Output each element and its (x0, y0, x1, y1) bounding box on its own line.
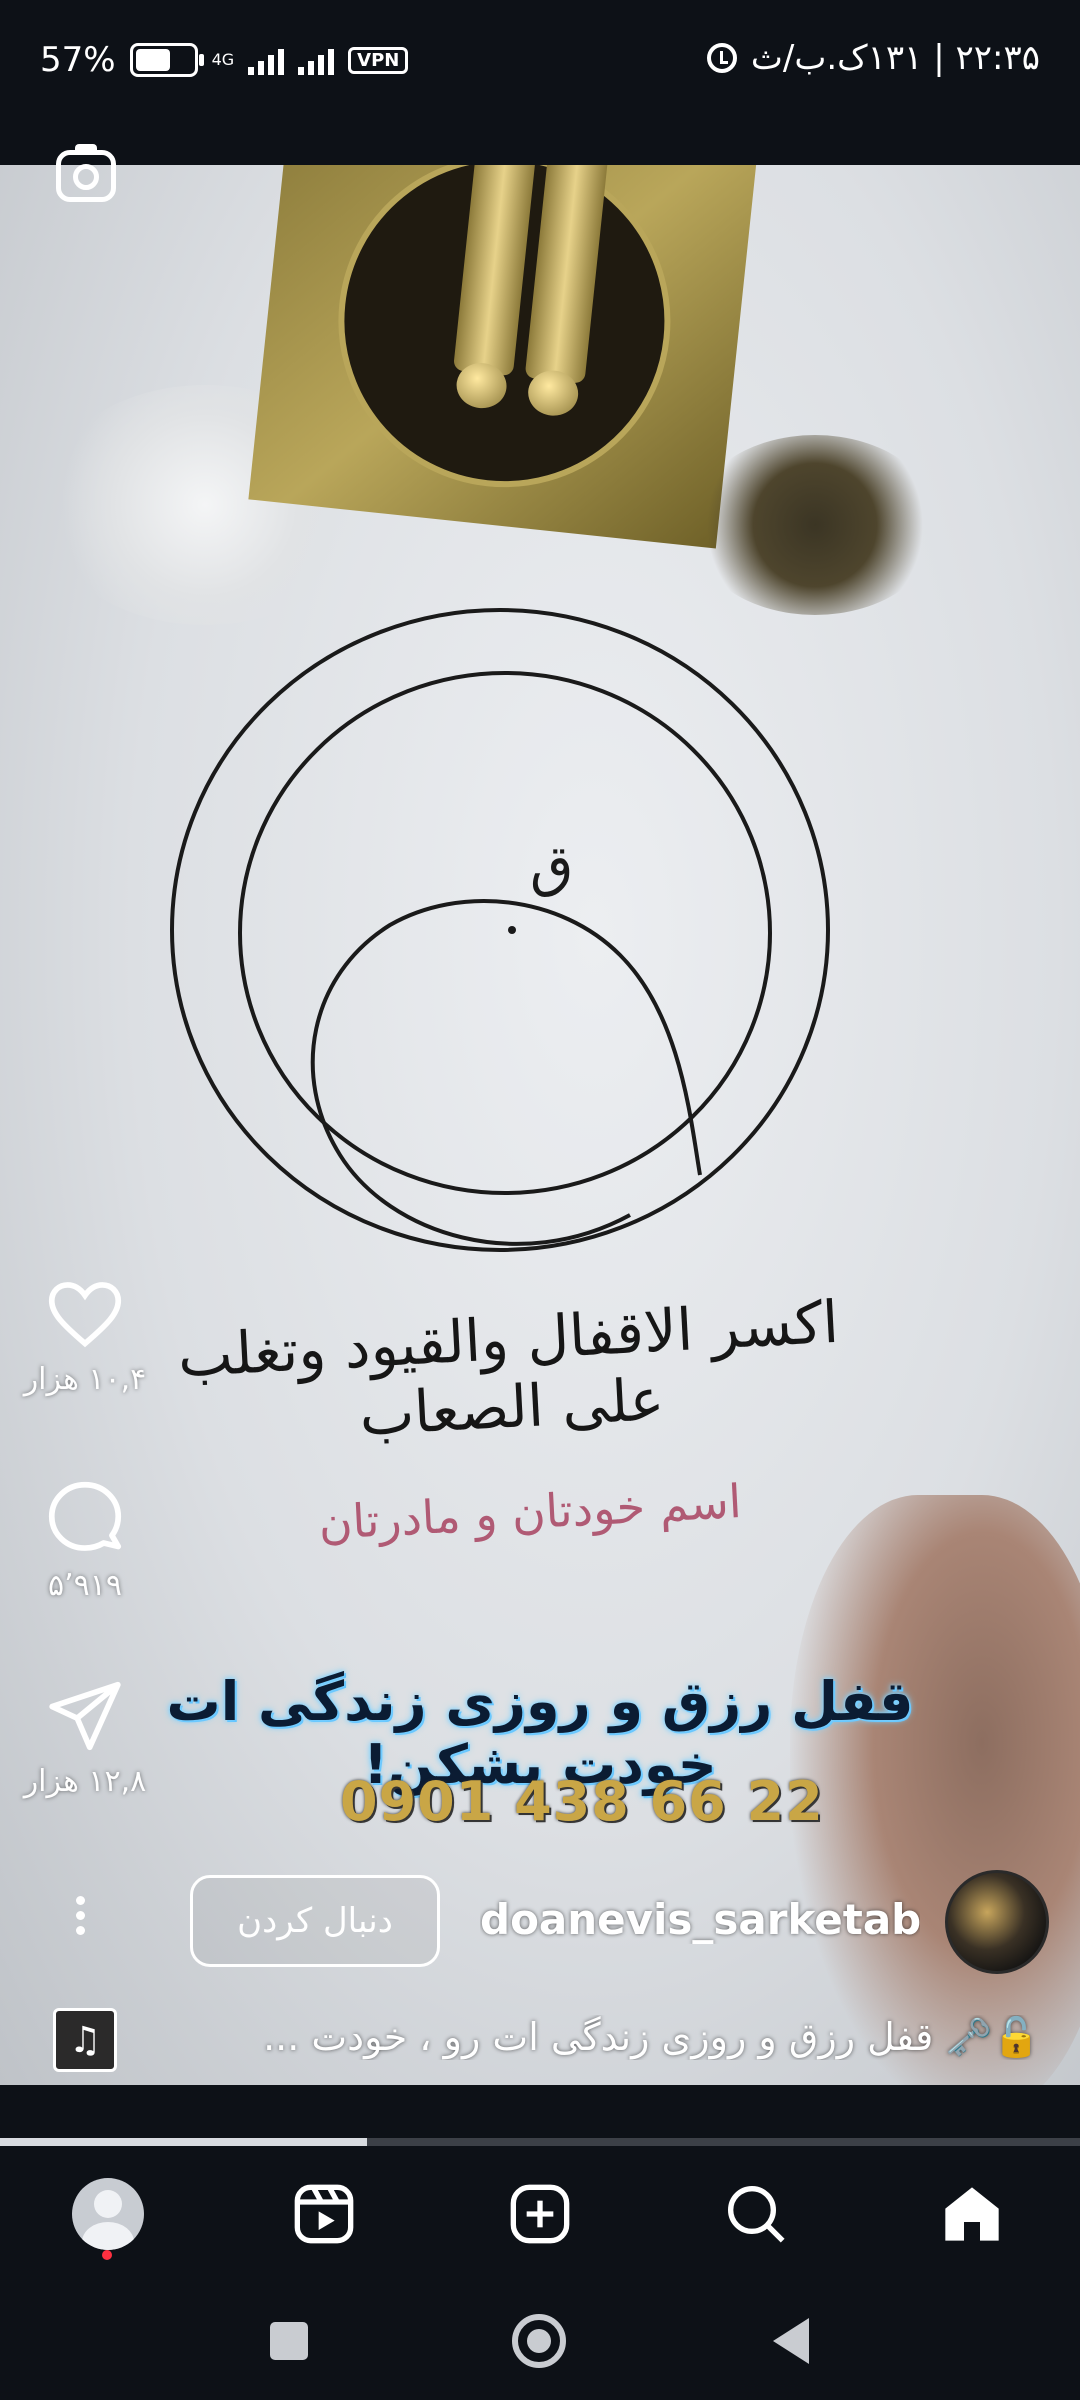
vpn-badge: VPN (348, 46, 409, 74)
signal-icon (248, 45, 285, 75)
home-icon (945, 2187, 999, 2241)
music-note-icon: ♫ (68, 2019, 102, 2061)
nav-home[interactable] (932, 2174, 1012, 2254)
status-right: ۲۲:۳۵ | ۱۳۱ک.ب/ث (706, 38, 1040, 78)
alarm-icon (706, 43, 737, 73)
system-nav-bar (0, 2276, 1080, 2400)
profile-avatar-icon (72, 2178, 144, 2250)
add-post-icon (510, 2184, 570, 2244)
share-count: ۱۲,۸ هزار (23, 1764, 147, 1799)
nav-profile[interactable] (68, 2174, 148, 2254)
reels-icon (294, 2184, 354, 2244)
bottom-nav (0, 2146, 1080, 2276)
signal-icon-2 (298, 45, 335, 75)
more-options-icon[interactable] (70, 1890, 90, 1941)
battery-icon (129, 43, 204, 77)
heart-icon[interactable] (47, 1280, 123, 1350)
handwriting-line-2: اسم خودتان و مادرتان (317, 1473, 743, 1551)
brass-talisman-plate (248, 165, 758, 549)
like-action[interactable]: ۱۰,۴ هزار (0, 1280, 170, 1397)
handwriting-line-1: اکسر الاقفال والقیود وتغلب علی الصعاب (176, 1287, 841, 1449)
battery-percent: 57% (40, 40, 116, 80)
recent-apps-icon[interactable] (270, 2322, 308, 2360)
nav-search[interactable] (716, 2174, 796, 2254)
nav-create[interactable] (500, 2174, 580, 2254)
status-left: 57% 4G VPN (40, 40, 409, 80)
comment-action[interactable]: ۵٬۹۱۹ (0, 1480, 170, 1603)
author-avatar[interactable] (945, 1870, 1049, 1974)
search-icon (728, 2186, 785, 2243)
overlay-phone: 0901 438 66 22 (340, 1770, 824, 1833)
post-caption[interactable]: 🔓🗝️ قفل رزق و روزی زندگی ات رو ، خودت ..… (200, 2015, 1040, 2060)
herb-pile (690, 435, 940, 615)
author-username[interactable]: doanevis_sarketab... (480, 1895, 920, 1944)
comment-count: ۵٬۹۱۹ (48, 1568, 122, 1603)
nav-reels[interactable] (284, 2174, 364, 2254)
status-bar: 57% 4G VPN ۲۲:۳۵ | ۱۳۱ک.ب/ث (0, 0, 1080, 130)
network-type: 4G (211, 50, 235, 69)
back-icon[interactable] (773, 2318, 809, 2364)
follow-button[interactable]: دنبال کردن (190, 1875, 440, 1967)
playback-progress-fill (0, 2138, 368, 2146)
like-count: ۱۰,۴ هزار (23, 1362, 147, 1397)
camera-icon[interactable] (56, 144, 116, 202)
share-action[interactable]: ۱۲,۸ هزار (0, 1680, 170, 1799)
spiral-letter: ق (530, 834, 573, 899)
spiral-drawing: ق (170, 608, 830, 1252)
playback-progress[interactable] (0, 2138, 1080, 2146)
send-icon[interactable] (47, 1680, 123, 1752)
notification-dot (102, 2250, 112, 2260)
comment-icon[interactable] (47, 1480, 123, 1556)
audio-thumbnail[interactable]: ♫ (53, 2008, 117, 2072)
clock-date: ۲۲:۳۵ | ۱۳۱ک.ب/ث (750, 38, 1040, 78)
home-circle-icon[interactable] (512, 2314, 566, 2368)
